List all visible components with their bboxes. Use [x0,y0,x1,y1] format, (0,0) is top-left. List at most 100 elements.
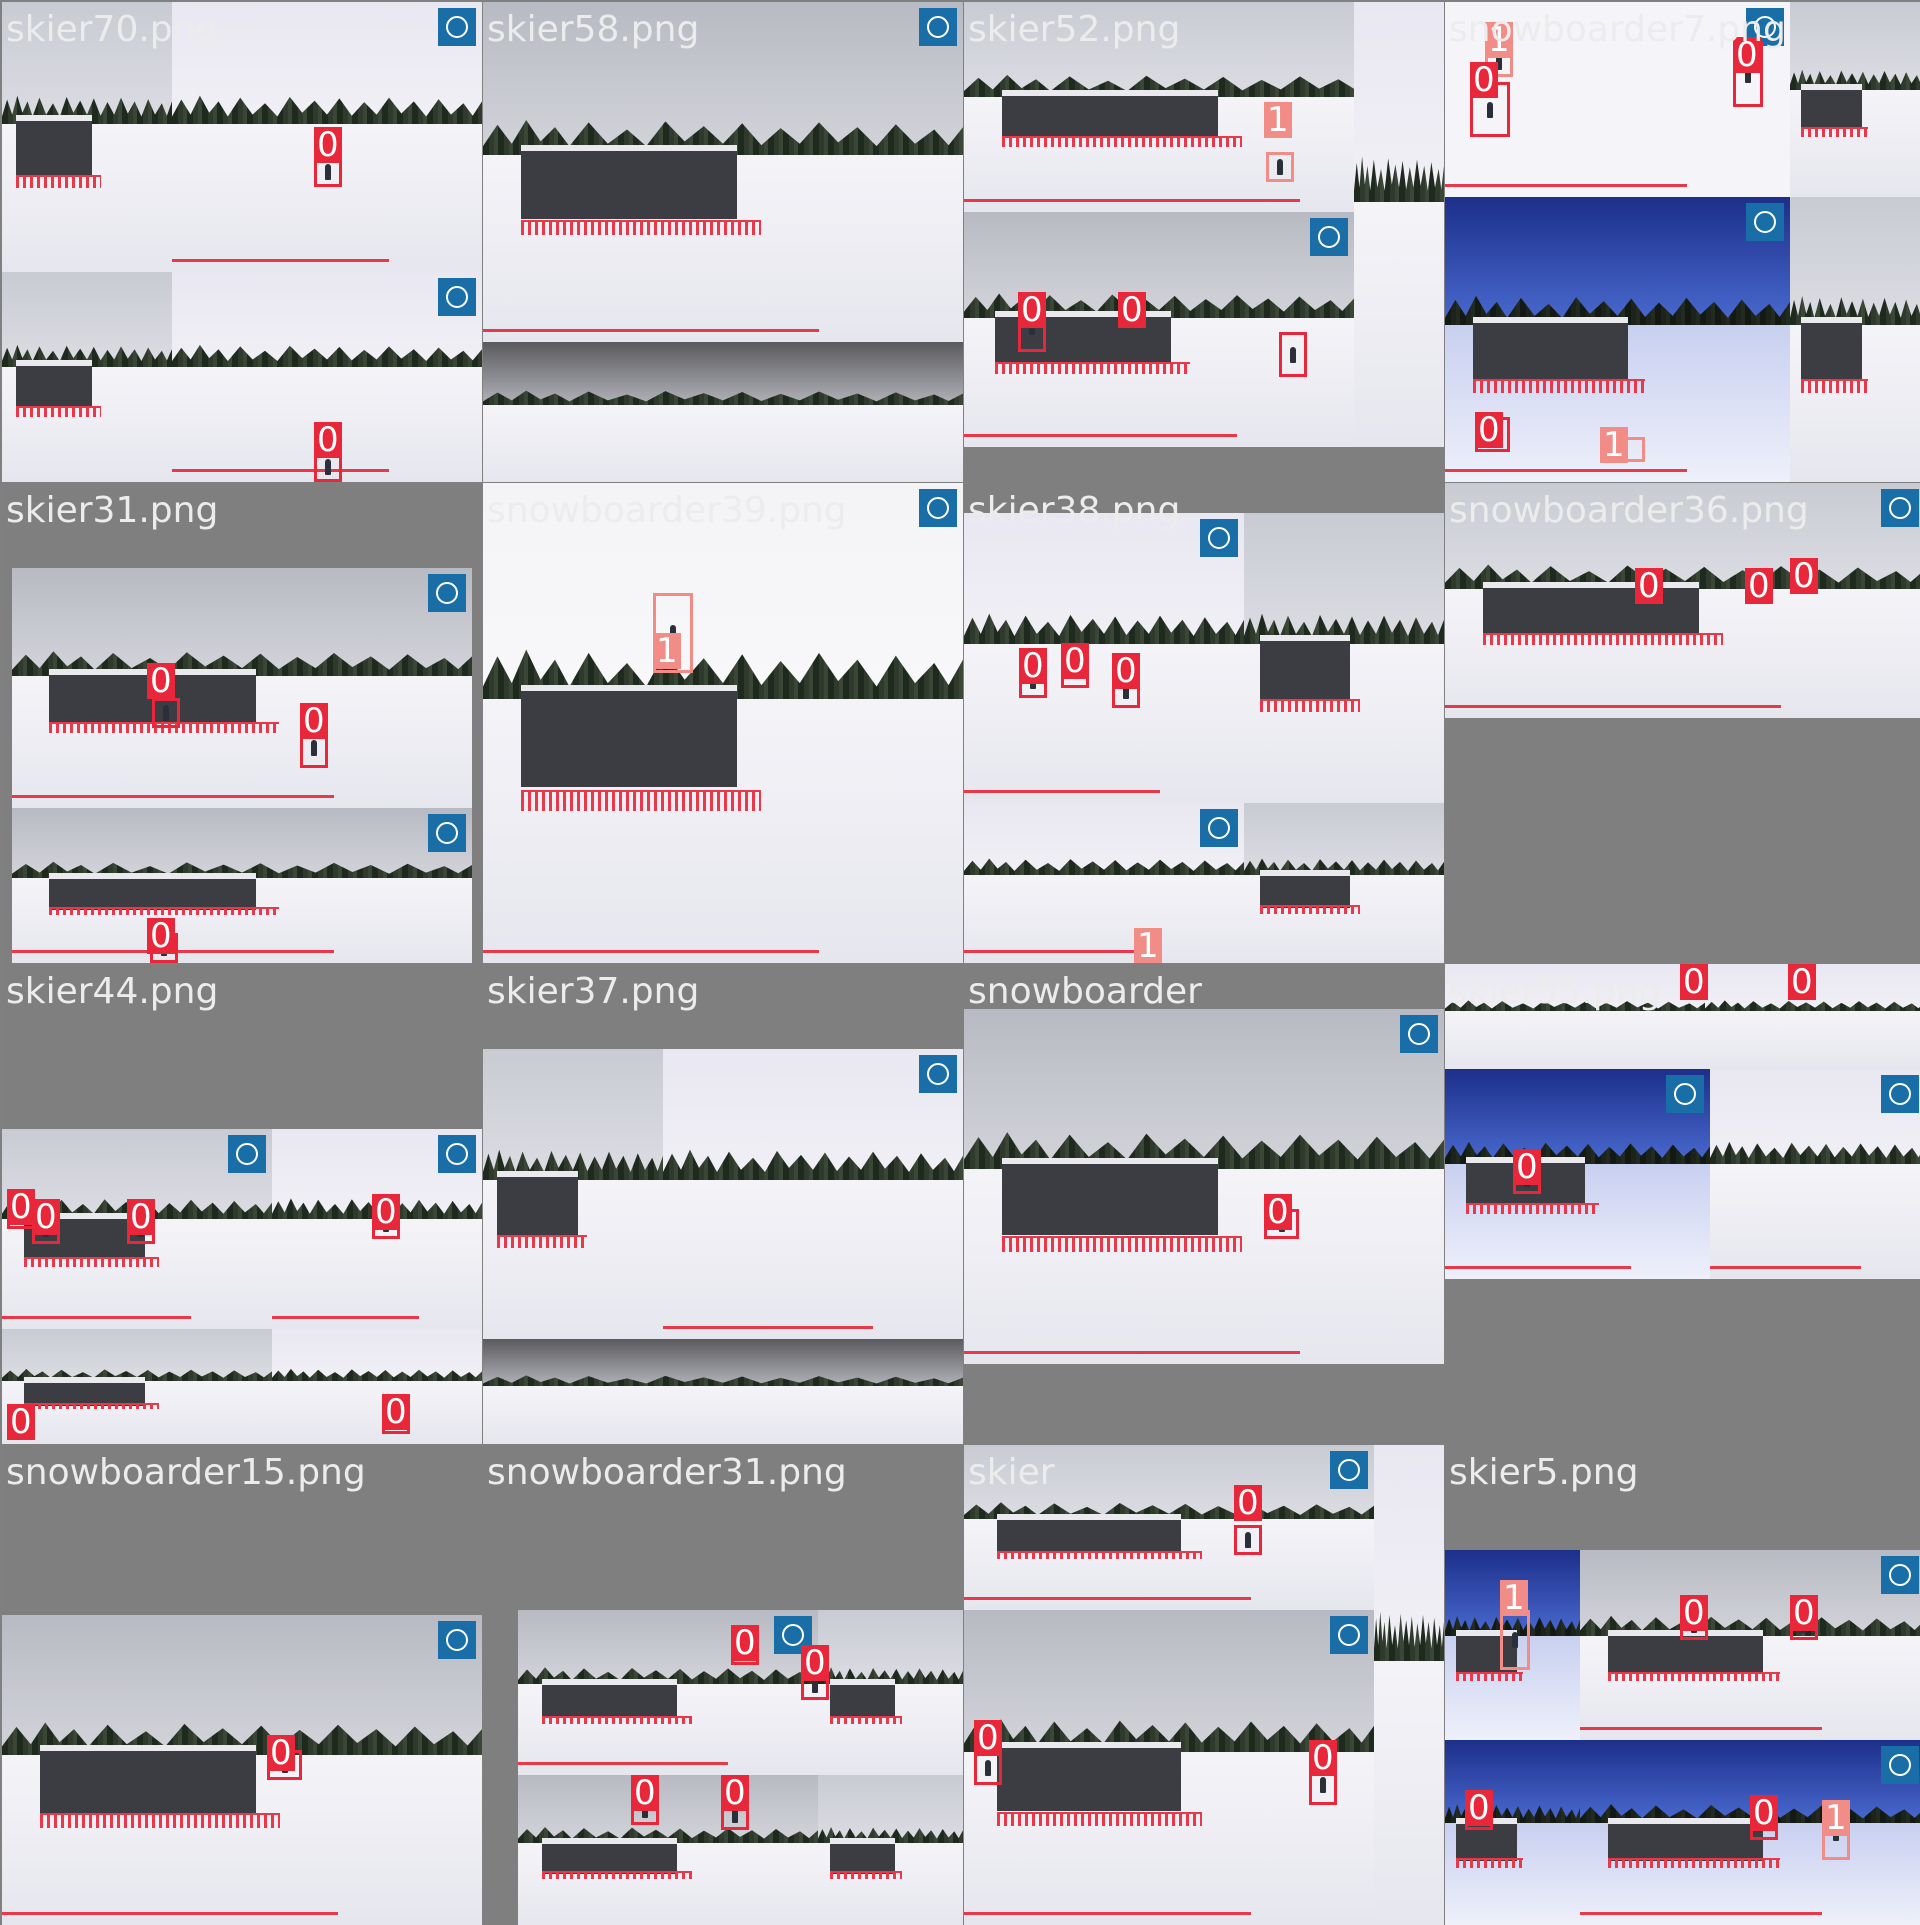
class-label: 0 [1788,964,1816,1000]
webcam-frame [483,342,963,482]
class-label: 0 [1790,1595,1818,1631]
lift-station [830,1838,895,1874]
safety-fence [542,1716,692,1725]
webcam-frame [1790,197,1920,482]
video-progress [964,950,1160,953]
mosaic-tile: 100001skier5.png [1445,1445,1920,1925]
class-label: 0 [314,127,342,163]
class-label: 0 [631,1775,659,1811]
detection-box [1266,152,1294,182]
webcam-frame [483,1049,663,1339]
snow-slope [483,405,963,482]
class-label: 0 [1513,1149,1541,1185]
class-label: 1 [1134,928,1162,963]
safety-fence [24,1257,159,1267]
webcam-frame [1244,513,1444,803]
levi-logo [1200,519,1238,557]
class-label: 0 [1470,62,1498,98]
video-progress [1580,1912,1822,1915]
levi-logo [438,1621,476,1659]
webcam-frame [518,1775,818,1925]
class-label: 0 [731,1625,759,1661]
webcam-frame [1445,1069,1710,1279]
mosaic-tile: 0snowboarder15.png [2,1445,482,1925]
levi-logo [1881,1746,1919,1784]
class-label: 0 [1750,1795,1778,1831]
class-label: 0 [7,1404,35,1440]
class-label: 0 [1118,292,1146,328]
class-label: 0 [300,703,328,739]
class-label: 0 [1061,643,1089,679]
video-progress [1580,1727,1822,1730]
class-label: 0 [1790,558,1818,594]
levi-logo [438,278,476,316]
levi-logo [1746,203,1784,241]
tile-filename: skier [968,1449,1055,1497]
class-label: 0 [127,1199,155,1235]
lift-station [997,1742,1182,1811]
snow-slope [964,644,1244,804]
snow-slope [663,1180,963,1340]
class-label: 0 [1635,568,1663,604]
levi-logo [1400,1015,1438,1053]
safety-fence [16,175,101,188]
safety-fence [997,1812,1202,1827]
class-label: 0 [1018,292,1046,328]
tile-filename: snowboarder [968,968,1202,1016]
video-progress [964,1912,1251,1915]
lift-station [521,685,737,787]
safety-fence [542,1871,692,1879]
snow-slope [1354,202,1444,447]
video-progress [483,950,819,953]
detection-box [1500,1610,1530,1670]
webcam-frame [1445,1740,1580,1925]
tile-filename: snowboarder31.png [487,1449,847,1497]
video-progress [1445,469,1687,472]
webcam-frame [964,1009,1444,1364]
video-progress [1710,1266,1861,1269]
video-progress [1445,705,1781,708]
mosaic-tile: 1snowboarder39.png [483,483,963,963]
mosaic-tile: 00skier70.png [2,2,482,482]
class-label: 1 [1500,1580,1528,1616]
safety-fence [1801,379,1869,392]
tile-filename: skier52.png [968,6,1180,54]
lift-station [1260,635,1350,699]
video-progress [964,1597,1251,1600]
class-label: 0 [1234,1485,1262,1521]
lift-station [16,115,93,175]
webcam-frame [2,272,172,482]
class-label: 1 [1822,1800,1850,1836]
lift-station [1002,1158,1218,1235]
webcam-frame [818,1775,963,1925]
mosaic-tile: 0001skier38.png [964,483,1444,963]
webcam-frame [663,1049,963,1339]
mosaic-tile: 1 0 0 skier52.png [964,2,1444,482]
class-label: 0 [32,1199,60,1235]
class-label: 1 [1264,102,1292,138]
webcam-frame [12,568,472,808]
webcam-frame [964,513,1244,803]
detection-mosaic: 00skier70.pngskier58.png100skier52.png10… [0,0,1920,1920]
safety-fence [1456,1858,1524,1867]
mosaic-tile: 000skier [964,1445,1444,1925]
tile-filename: snowboarder39.png [487,487,847,535]
lift-station [49,873,256,910]
class-label: 0 [1475,412,1503,448]
levi-logo [1330,1451,1368,1489]
video-progress [964,790,1160,793]
safety-fence [1002,1236,1242,1252]
lift-station [542,1838,677,1874]
class-label: 0 [382,1394,410,1430]
video-progress [663,1326,873,1329]
lift-station [1483,582,1699,635]
class-label: 0 [721,1775,749,1811]
snow-slope [272,1381,482,1444]
tile-filename: skier5.png [1449,1449,1638,1497]
detection-box [152,698,180,728]
video-progress [12,795,334,798]
video-progress [172,259,389,262]
tile-filename: snowboarder15.png [6,1449,366,1497]
safety-fence [1002,136,1242,146]
safety-fence [521,790,761,811]
